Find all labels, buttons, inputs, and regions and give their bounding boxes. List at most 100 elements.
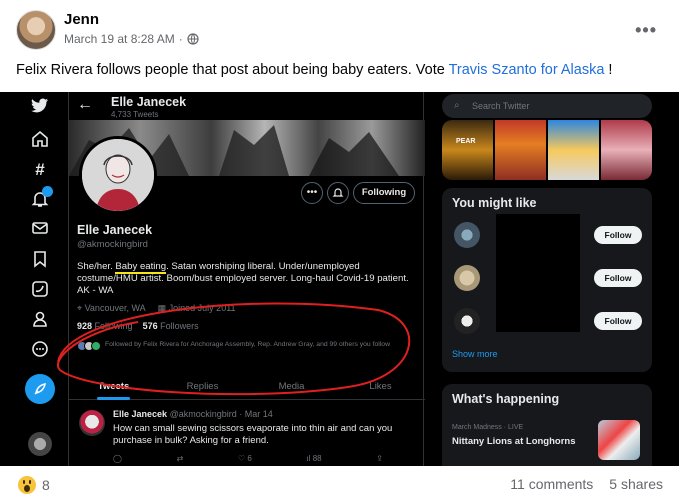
following-label: Following (94, 321, 133, 331)
media-thumb-text: PEAR (456, 138, 476, 145)
post-meta: March 19 at 8:28 AM · (64, 32, 199, 46)
messages-envelope-icon[interactable] (30, 220, 50, 240)
tweet[interactable]: Elle Janecek @akmockingbird · Mar 14 How… (69, 402, 425, 466)
tweet-avatar[interactable] (79, 410, 105, 436)
followers-count-link[interactable]: 576 Followers (143, 321, 199, 331)
media-thumb[interactable] (548, 120, 599, 180)
media-thumb[interactable] (495, 120, 546, 180)
home-icon[interactable] (30, 130, 50, 150)
twitter-nav-rail: # (20, 92, 60, 466)
reaction-count: 8 (42, 477, 50, 493)
profile-bio: She/her. Baby eating. Satan worshiping l… (77, 261, 417, 297)
post-stats: 11 comments 5 shares (510, 476, 663, 492)
suggested-avatar[interactable] (454, 265, 480, 291)
twitter-bird-icon (30, 98, 50, 118)
tweet-author[interactable]: Elle Janecek (113, 409, 167, 419)
follow-button[interactable]: Follow (594, 226, 642, 244)
views-button[interactable]: ıl 88 (306, 454, 321, 463)
share-icon[interactable]: ⇪ (376, 454, 383, 463)
following-count: 928 (77, 321, 93, 331)
redacted-names (496, 214, 580, 332)
reactions[interactable]: 8 (18, 476, 50, 494)
post-text: Felix Rivera follows people that post ab… (16, 62, 612, 78)
author-avatar[interactable] (16, 10, 56, 50)
profile-person-icon[interactable] (30, 310, 50, 330)
more-circle-icon[interactable] (30, 340, 50, 360)
retweet-icon[interactable]: ⇄ (177, 454, 184, 463)
back-arrow-icon[interactable]: ← (77, 96, 93, 114)
author-name[interactable]: Jenn (64, 11, 99, 28)
profile-meta: ⌖ Vancouver, WA ▦ Joined July 2011 (77, 303, 236, 314)
whats-happening-card: What's happening March Madness · LIVE Ni… (442, 384, 652, 466)
explore-hashtag-icon[interactable]: # (30, 160, 50, 180)
joined-text: Joined July 2011 (168, 303, 236, 313)
notify-button[interactable] (327, 182, 349, 204)
location: ⌖ Vancouver, WA (77, 303, 146, 314)
followed-by-avatars (77, 341, 103, 351)
followers-count: 576 (142, 321, 158, 331)
heart-icon: ♡ (237, 454, 246, 463)
search-placeholder: Search Twitter (472, 101, 530, 111)
bio-part-1: She/her. (77, 261, 116, 272)
twitter-sidebar: ⌕ Search Twitter PEAR You might like Fol… (432, 92, 679, 466)
calendar-icon: ▦ (157, 303, 167, 313)
follow-button[interactable]: Follow (594, 312, 642, 330)
trend-headline[interactable]: Nittany Lions at Longhorns (452, 436, 576, 447)
tab-likes[interactable]: Likes (336, 376, 425, 399)
tab-replies[interactable]: Replies (158, 376, 247, 399)
profile-tabs: Tweets Replies Media Likes (69, 376, 425, 400)
notification-badge (42, 186, 53, 197)
meta-separator: · (178, 32, 183, 46)
bell-plus-icon (332, 188, 344, 197)
view-count: 88 (312, 454, 322, 463)
show-more-link[interactable]: Show more (452, 349, 498, 359)
followed-by[interactable]: Followed by Felix Rivera for Anchorage A… (77, 340, 417, 351)
mini-avatar (91, 341, 101, 351)
wow-reaction-icon (18, 476, 36, 494)
tab-media[interactable]: Media (247, 376, 336, 399)
you-might-like-card: You might like Follow Follow Follow Show… (442, 188, 652, 372)
post-text-before: Felix Rivera follows people that post ab… (16, 62, 449, 78)
suggested-avatar[interactable] (454, 308, 480, 334)
following-button[interactable]: Following (353, 182, 415, 204)
tweet-actions: ◯ ⇄ ♡ 6 ıl 88 ⇪ (113, 454, 383, 463)
topbar-name: Elle Janecek (111, 95, 187, 109)
more-options-icon[interactable]: ••• (635, 20, 657, 41)
post-footer: 8 11 comments 5 shares (0, 470, 679, 499)
profile-counts: 928 Following 576 Followers (77, 321, 199, 331)
like-count: 6 (247, 454, 252, 463)
reply-icon[interactable]: ◯ (113, 454, 122, 463)
followed-by-text: Followed by Felix Rivera for Anchorage A… (105, 341, 390, 348)
candidate-link[interactable]: Travis Szanto for Alaska (449, 62, 605, 78)
shares-count[interactable]: 5 shares (609, 476, 663, 492)
location-text: Vancouver, WA (84, 303, 146, 313)
suggested-avatar[interactable] (454, 222, 480, 248)
post-header: Jenn March 19 at 8:28 AM · ••• (16, 10, 663, 54)
profile-avatar[interactable] (79, 136, 157, 214)
search-icon: ⌕ (454, 100, 460, 111)
media-thumb[interactable] (601, 120, 652, 180)
views-chart-icon: ıl (306, 454, 311, 463)
profile-topbar: ← Elle Janecek 4,733 Tweets (69, 92, 425, 122)
account-avatar[interactable] (28, 432, 52, 456)
media-strip[interactable]: PEAR (442, 120, 652, 180)
whats-happening-title: What's happening (452, 392, 560, 406)
trend-thumbnail[interactable] (598, 420, 640, 460)
post-text-after: ! (604, 62, 613, 78)
tab-tweets[interactable]: Tweets (69, 376, 158, 400)
compose-tweet-button[interactable] (25, 374, 55, 404)
comments-count[interactable]: 11 comments (510, 476, 593, 492)
tweet-header: Elle Janecek @akmockingbird · Mar 14 (113, 409, 273, 419)
follow-button[interactable]: Follow (594, 269, 642, 287)
twitter-blue-icon[interactable] (30, 280, 50, 300)
media-thumb[interactable]: PEAR (442, 120, 493, 180)
tweet-text: How can small sewing scissors evaporate … (113, 423, 393, 446)
post-date[interactable]: March 19 at 8:28 AM (64, 32, 175, 46)
topbar-tweet-count: 4,733 Tweets (111, 110, 159, 119)
bookmark-icon[interactable] (30, 250, 50, 270)
like-button[interactable]: ♡ 6 (238, 454, 252, 463)
search-input[interactable]: ⌕ Search Twitter (442, 94, 652, 118)
profile-more-button[interactable]: ••• (301, 182, 323, 204)
following-count-link[interactable]: 928 Following (77, 321, 133, 331)
profile-avatar-illustration (82, 139, 154, 211)
